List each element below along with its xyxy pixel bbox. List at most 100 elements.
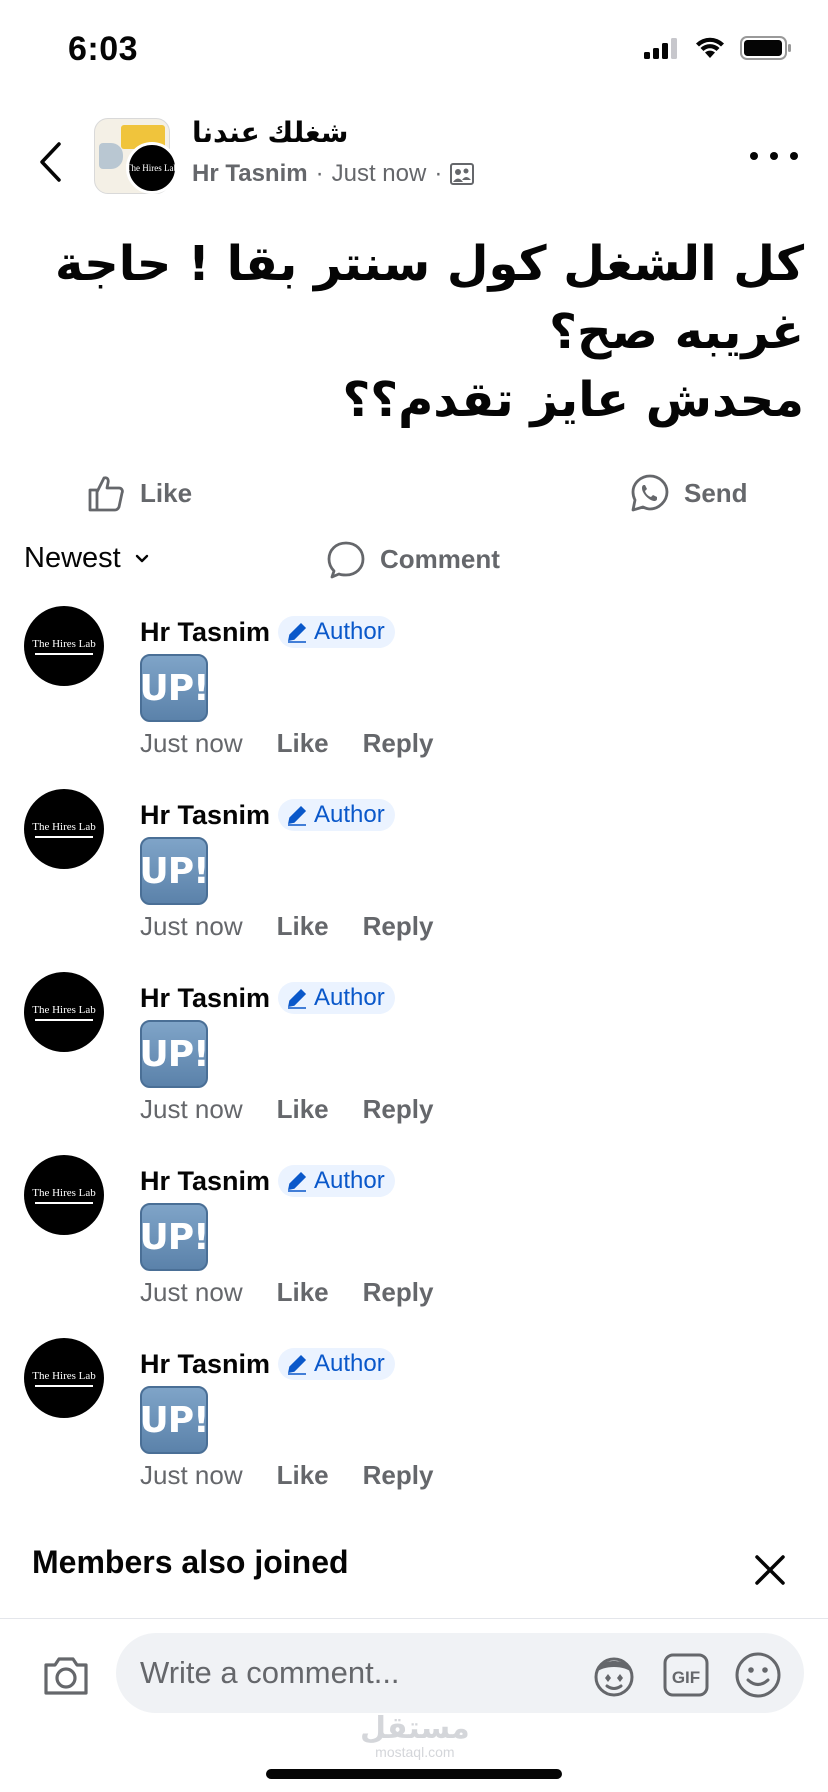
comment-item: The Hires Lab Hr Tasnim Author UP! Just … — [0, 970, 828, 1153]
avatar-brand-text: The Hires Lab — [32, 637, 96, 650]
watermark: مستقل mostaql.com — [360, 1711, 470, 1760]
commenter-avatar[interactable]: The Hires Lab — [24, 606, 104, 686]
like-button[interactable]: Like — [86, 468, 192, 518]
back-button[interactable] — [30, 134, 70, 190]
commenter-avatar[interactable]: The Hires Lab — [24, 1155, 104, 1235]
author-badge: Author — [278, 982, 395, 1014]
more-options-button[interactable] — [750, 144, 798, 168]
like-label: Like — [140, 477, 193, 508]
home-indicator — [266, 1769, 562, 1779]
avatar-brand-text: The Hires Lab — [32, 1186, 96, 1199]
send-button[interactable]: Send — [630, 468, 748, 518]
members-title: Members also joined — [32, 1544, 349, 1580]
comment-like-button[interactable]: Like — [277, 1277, 329, 1308]
comment-timestamp: Just now — [140, 911, 243, 941]
up-sticker: UP! — [139, 1020, 210, 1088]
author-badge-label: Author — [314, 1350, 385, 1377]
pencil-icon — [288, 1354, 307, 1375]
pencil-icon — [288, 805, 307, 826]
comment-meta: Just now Like Reply — [140, 911, 433, 942]
avatar-rule — [35, 1018, 93, 1021]
svg-text:GIF: GIF — [672, 1668, 700, 1687]
post-timestamp: Just now — [331, 160, 427, 187]
sort-dropdown[interactable]: Newest — [24, 542, 149, 575]
author-badge-label: Author — [314, 801, 385, 828]
avatar-brand-text: The Hires Lab — [126, 163, 178, 173]
camera-icon[interactable] — [40, 1649, 92, 1701]
commenter-avatar[interactable]: The Hires Lab — [24, 789, 104, 869]
avatar-rule — [35, 652, 93, 655]
author-badge: Author — [278, 1348, 395, 1380]
up-sticker: UP! — [139, 1386, 210, 1454]
comment-meta: Just now Like Reply — [140, 1277, 433, 1308]
post-author[interactable]: Hr Tasnim — [192, 160, 308, 188]
more-dot — [790, 152, 798, 160]
commenter-name[interactable]: Hr Tasnim — [140, 617, 270, 648]
avatar-brand-text: The Hires Lab — [32, 820, 96, 833]
meta-separator: · — [434, 160, 443, 187]
commenter-row: Hr Tasnim Author — [140, 1165, 395, 1197]
pencil-icon — [288, 988, 307, 1009]
pencil-icon — [288, 1171, 307, 1192]
commenter-row: Hr Tasnim Author — [140, 982, 395, 1014]
meta-separator: · — [315, 160, 324, 187]
watermark-arabic: مستقل — [360, 1711, 470, 1746]
battery-icon — [740, 36, 791, 60]
megaphone-icon — [99, 143, 123, 169]
comment-timestamp: Just now — [140, 1460, 243, 1490]
author-badge-label: Author — [314, 618, 385, 645]
post-text: كل الشغل كول سنتر بقا ! حاجة غريبه صح؟ م… — [55, 236, 804, 428]
chevron-down-icon — [135, 554, 148, 562]
comment-item: The Hires Lab Hr Tasnim Author UP! Just … — [0, 1336, 828, 1519]
author-avatar[interactable]: The Hires Lab — [126, 142, 178, 194]
commenter-name[interactable]: Hr Tasnim — [140, 1349, 270, 1380]
comment-item: The Hires Lab Hr Tasnim Author UP! Just … — [0, 604, 828, 787]
comment-placeholder[interactable]: Write a comment... — [140, 1655, 400, 1691]
comment-reply-button[interactable]: Reply — [363, 1277, 434, 1308]
author-badge: Author — [278, 616, 395, 648]
up-sticker: UP! — [139, 654, 210, 722]
gif-icon[interactable]: GIF — [662, 1649, 710, 1701]
post-header: The Hires Lab شغلك عندنا Hr Tasnim · Jus… — [0, 112, 828, 212]
emoji-icon[interactable] — [732, 1649, 784, 1701]
chevron-left-icon — [40, 142, 61, 182]
members-also-joined: Members also joined — [0, 1544, 828, 1614]
cellular-signal-icon — [644, 38, 677, 59]
comment-like-button[interactable]: Like — [277, 1460, 329, 1491]
author-badge: Author — [278, 799, 395, 831]
group-members-icon — [450, 163, 475, 185]
comment-like-button[interactable]: Like — [277, 1094, 329, 1125]
comment-reply-button[interactable]: Reply — [363, 1094, 434, 1125]
up-sticker: UP! — [139, 837, 210, 905]
status-bar: 6:03 — [0, 0, 828, 100]
post-meta: Hr Tasnim · Just now · — [192, 160, 475, 188]
more-dot — [770, 152, 778, 160]
comment-composer: Write a comment... GIF مستقل mostaql.com — [0, 1618, 828, 1792]
avatar-sticker-icon[interactable] — [588, 1649, 640, 1701]
send-label: Send — [684, 477, 748, 508]
pencil-icon — [288, 622, 307, 643]
comment-like-button[interactable]: Like — [277, 911, 329, 942]
commenter-name[interactable]: Hr Tasnim — [140, 1166, 270, 1197]
comment-like-button[interactable]: Like — [277, 728, 329, 759]
comment-timestamp: Just now — [140, 728, 243, 758]
comment-label: Comment — [380, 544, 500, 574]
status-icons — [644, 36, 792, 60]
comment-reply-button[interactable]: Reply — [363, 1460, 434, 1491]
commenter-avatar[interactable]: The Hires Lab — [24, 1338, 104, 1418]
comment-meta: Just now Like Reply — [140, 1094, 433, 1125]
avatar-brand-text: The Hires Lab — [32, 1003, 96, 1016]
comment-meta: Just now Like Reply — [140, 1460, 433, 1491]
commenter-avatar[interactable]: The Hires Lab — [24, 972, 104, 1052]
thumbs-up-icon — [88, 476, 124, 512]
group-name[interactable]: شغلك عندنا — [192, 116, 348, 149]
commenter-row: Hr Tasnim Author — [140, 799, 395, 831]
comment-item: The Hires Lab Hr Tasnim Author UP! Just … — [0, 787, 828, 970]
comment-reply-button[interactable]: Reply — [363, 728, 434, 759]
close-icon[interactable] — [752, 1552, 788, 1588]
author-badge-label: Author — [314, 984, 385, 1011]
more-dot — [750, 152, 758, 160]
commenter-name[interactable]: Hr Tasnim — [140, 983, 270, 1014]
comment-reply-button[interactable]: Reply — [363, 911, 434, 942]
commenter-name[interactable]: Hr Tasnim — [140, 800, 270, 831]
